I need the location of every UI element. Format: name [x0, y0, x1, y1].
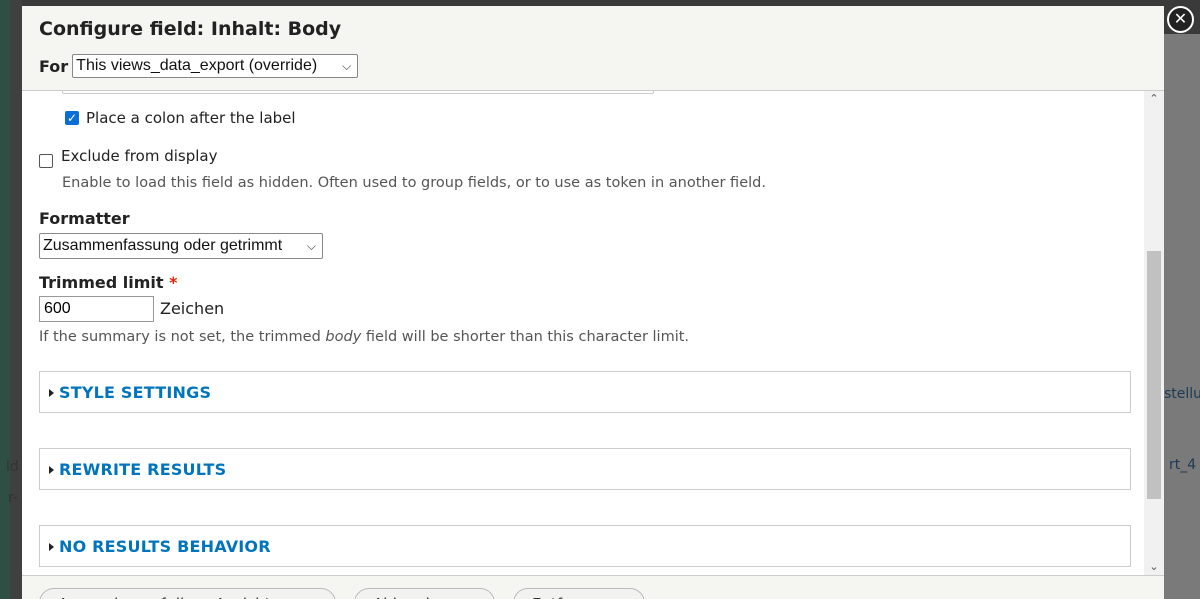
formatter-label: Formatter [39, 209, 130, 228]
rewrite-results-section[interactable]: REWRITE RESULTS [39, 448, 1131, 490]
colon-checkbox[interactable]: ✓ [65, 111, 79, 125]
for-row: For This views_data_export (override) ⌵ [39, 54, 359, 78]
apply-button[interactable]: Anwenden auf diese Ansicht [39, 588, 336, 599]
remove-button[interactable]: Entfernen [513, 588, 645, 599]
rewrite-results-toggle[interactable]: REWRITE RESULTS [59, 460, 226, 479]
triangle-right-icon [49, 389, 54, 397]
formatter-select[interactable]: Zusammenfassung oder getrimmt ⌵ [39, 233, 323, 259]
no-results-behavior-section[interactable]: NO RESULTS BEHAVIOR [39, 525, 1131, 567]
style-settings-section[interactable]: STYLE SETTINGS [39, 371, 1131, 413]
required-marker: * [169, 273, 178, 292]
exclude-description: Enable to load this field as hidden. Oft… [62, 175, 766, 191]
background-text: ld [6, 459, 19, 475]
display-override-value: This views_data_export (override) [76, 57, 318, 74]
dialog-buttonbar: Anwenden auf diese Ansicht Abbrechen Ent… [22, 575, 1164, 599]
chevron-down-icon: ⌵ [342, 58, 352, 73]
background-page-strip [0, 0, 10, 599]
style-settings-toggle[interactable]: STYLE SETTINGS [59, 383, 211, 402]
no-results-behavior-toggle[interactable]: NO RESULTS BEHAVIOR [59, 537, 271, 556]
cancel-button[interactable]: Abbrechen [354, 588, 495, 599]
scroll-down-icon[interactable]: ⌄ [1144, 559, 1164, 575]
background-text: r- [8, 490, 18, 506]
trimmed-limit-suffix: Zeichen [160, 299, 225, 318]
dialog-content: ✓ Place a colon after the label Exclude … [22, 91, 1144, 575]
scrollbar-thumb[interactable] [1147, 251, 1161, 499]
background-text: rt_4 [1169, 457, 1197, 473]
configure-field-dialog: Configure field: Inhalt: Body For This v… [22, 6, 1164, 599]
display-override-select[interactable]: This views_data_export (override) ⌵ [72, 54, 359, 78]
scroll-up-icon[interactable]: ⌃ [1144, 91, 1164, 107]
label-input-edge[interactable] [62, 91, 654, 94]
background-page-right [1164, 34, 1200, 599]
trimmed-limit-label: Trimmed limit * [39, 273, 178, 292]
exclude-checkbox-label[interactable]: Exclude from display [61, 147, 217, 165]
background-text: stellu [1164, 386, 1200, 402]
dialog-title: Configure field: Inhalt: Body [39, 18, 342, 40]
dialog-titlebar: Configure field: Inhalt: Body For This v… [22, 6, 1164, 91]
checkmark-icon: ✓ [66, 111, 78, 125]
formatter-value: Zusammenfassung oder getrimmt [43, 237, 283, 254]
for-label: For [39, 56, 69, 76]
triangle-right-icon [49, 466, 54, 474]
triangle-right-icon [49, 543, 54, 551]
content-scrollbar[interactable]: ⌃ ⌄ [1144, 91, 1164, 575]
trimmed-limit-input[interactable] [39, 296, 154, 322]
chevron-down-icon: ⌵ [306, 238, 316, 253]
trimmed-limit-description: If the summary is not set, the trimmed b… [39, 329, 690, 345]
colon-checkbox-label[interactable]: Place a colon after the label [86, 109, 296, 127]
exclude-checkbox[interactable] [39, 154, 53, 168]
close-icon[interactable]: ✕ [1167, 6, 1194, 33]
